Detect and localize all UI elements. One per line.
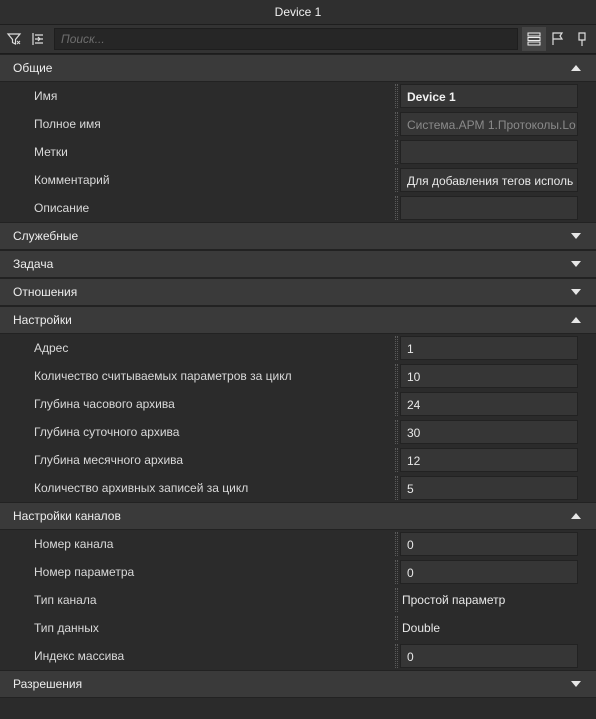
chevron-up-icon: [571, 513, 581, 519]
search-input[interactable]: [54, 28, 518, 50]
full-name-field: Система.АРМ 1.Протоколы.Lo: [400, 112, 578, 136]
section-header-service[interactable]: Служебные: [0, 222, 596, 250]
property-row-name: Имя Device 1: [0, 82, 596, 110]
column-splitter[interactable]: [395, 420, 398, 444]
property-row-tags: Метки: [0, 138, 596, 166]
pin-icon[interactable]: [570, 27, 594, 51]
tags-field[interactable]: [400, 140, 578, 164]
column-splitter[interactable]: [395, 196, 398, 220]
name-field[interactable]: Device 1: [400, 84, 578, 108]
column-splitter[interactable]: [395, 336, 398, 360]
property-label: Количество архивных записей за цикл: [34, 481, 249, 495]
property-row-comment: Комментарий Для добавления тегов исполь: [0, 166, 596, 194]
column-splitter[interactable]: [395, 532, 398, 556]
array-index-field[interactable]: 0: [400, 644, 578, 668]
property-label: Номер канала: [34, 537, 114, 551]
window-title-bar: Device 1: [0, 0, 596, 25]
property-label: Адрес: [34, 341, 69, 355]
column-splitter[interactable]: [395, 168, 398, 192]
archive-records-field[interactable]: 5: [400, 476, 578, 500]
section-title: Отношения: [13, 285, 78, 299]
property-row-monthly-archive: Глубина месячного архива 12: [0, 446, 596, 474]
filter-icon[interactable]: [2, 27, 26, 51]
column-splitter[interactable]: [395, 392, 398, 416]
column-splitter[interactable]: [395, 364, 398, 388]
chevron-down-icon: [571, 681, 581, 687]
flag-icon[interactable]: [546, 27, 570, 51]
property-label: Глубина месячного архива: [34, 453, 184, 467]
section-header-relations[interactable]: Отношения: [0, 278, 596, 306]
property-label: Имя: [34, 89, 58, 103]
property-label: Количество считываемых параметров за цик…: [34, 369, 292, 383]
channel-number-field[interactable]: 0: [400, 532, 578, 556]
description-field[interactable]: [400, 196, 578, 220]
section-title: Настройки каналов: [13, 509, 121, 523]
column-splitter[interactable]: [395, 616, 398, 640]
section-title: Служебные: [13, 229, 79, 243]
section-header-permissions[interactable]: Разрешения: [0, 670, 596, 698]
property-row-daily-archive: Глубина суточного архива 30: [0, 418, 596, 446]
property-label: Тип канала: [34, 593, 97, 607]
property-label: Описание: [34, 201, 90, 215]
channel-type-select[interactable]: Простой параметр: [400, 588, 578, 612]
comment-field[interactable]: Для добавления тегов исполь: [400, 168, 578, 192]
property-label: Номер параметра: [34, 565, 135, 579]
chevron-down-icon: [571, 289, 581, 295]
column-splitter[interactable]: [395, 588, 398, 612]
property-row-array-index: Индекс массива 0: [0, 642, 596, 670]
property-label: Метки: [34, 145, 68, 159]
property-label: Комментарий: [34, 173, 110, 187]
column-splitter[interactable]: [395, 560, 398, 584]
section-title: Разрешения: [13, 677, 83, 691]
section-title: Настройки: [13, 313, 72, 327]
chevron-up-icon: [571, 65, 581, 71]
section-header-general[interactable]: Общие: [0, 54, 596, 82]
property-row-data-type: Тип данных Double: [0, 614, 596, 642]
collapse-icon[interactable]: [26, 27, 50, 51]
property-row-channel-number: Номер канала 0: [0, 530, 596, 558]
property-label: Тип данных: [34, 621, 99, 635]
daily-archive-field[interactable]: 30: [400, 420, 578, 444]
property-label: Индекс массива: [34, 649, 125, 663]
column-splitter[interactable]: [395, 84, 398, 108]
chevron-down-icon: [571, 233, 581, 239]
property-row-full-name: Полное имя Система.АРМ 1.Протоколы.Lo: [0, 110, 596, 138]
params-per-cycle-field[interactable]: 10: [400, 364, 578, 388]
section-header-settings[interactable]: Настройки: [0, 306, 596, 334]
column-splitter[interactable]: [395, 140, 398, 164]
column-splitter[interactable]: [395, 476, 398, 500]
column-splitter[interactable]: [395, 644, 398, 668]
toolbar: [0, 25, 596, 54]
section-header-channel-settings[interactable]: Настройки каналов: [0, 502, 596, 530]
property-row-channel-type: Тип канала Простой параметр: [0, 586, 596, 614]
address-field[interactable]: 1: [400, 336, 578, 360]
column-splitter[interactable]: [395, 112, 398, 136]
property-row-params-per-cycle: Количество считываемых параметров за цик…: [0, 362, 596, 390]
property-row-archive-records-per-cycle: Количество архивных записей за цикл 5: [0, 474, 596, 502]
property-label: Полное имя: [34, 117, 101, 131]
chevron-down-icon: [571, 261, 581, 267]
section-header-task[interactable]: Задача: [0, 250, 596, 278]
list-view-icon[interactable]: [522, 27, 546, 51]
parameter-number-field[interactable]: 0: [400, 560, 578, 584]
property-row-hourly-archive: Глубина часового архива 24: [0, 390, 596, 418]
property-label: Глубина часового архива: [34, 397, 175, 411]
property-label: Глубина суточного архива: [34, 425, 180, 439]
section-title: Общие: [13, 61, 53, 75]
chevron-up-icon: [571, 317, 581, 323]
property-row-description: Описание: [0, 194, 596, 222]
section-title: Задача: [13, 257, 54, 271]
window-title: Device 1: [274, 5, 322, 19]
property-row-address: Адрес 1: [0, 334, 596, 362]
monthly-archive-field[interactable]: 12: [400, 448, 578, 472]
hourly-archive-field[interactable]: 24: [400, 392, 578, 416]
data-type-select[interactable]: Double: [400, 616, 578, 640]
property-row-parameter-number: Номер параметра 0: [0, 558, 596, 586]
column-splitter[interactable]: [395, 448, 398, 472]
